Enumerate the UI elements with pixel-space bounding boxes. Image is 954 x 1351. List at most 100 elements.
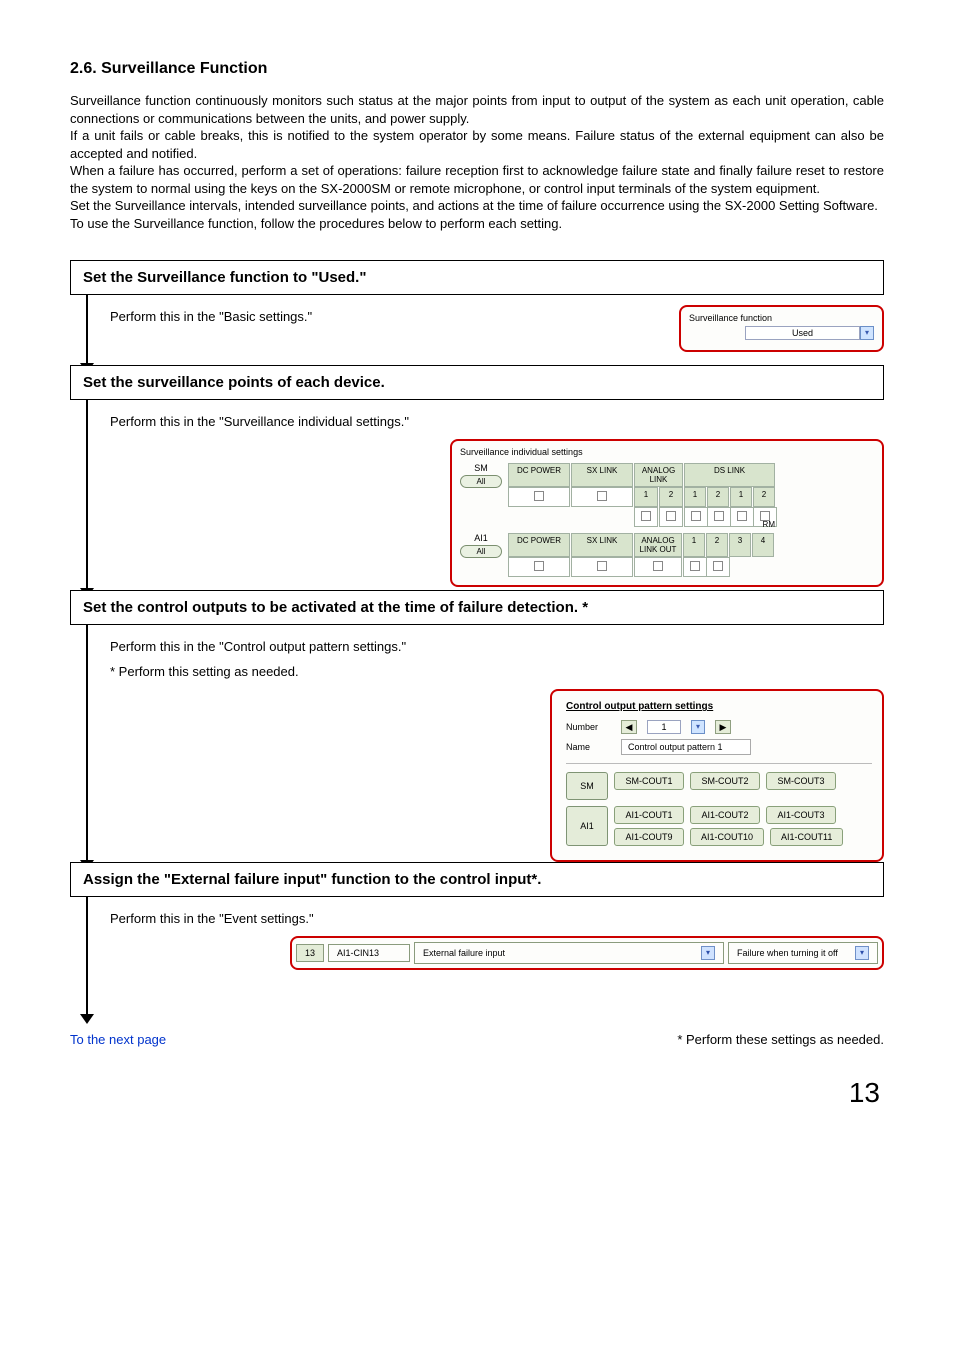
checkbox[interactable]: [634, 557, 682, 577]
step-title-box: Set the control outputs to be activated …: [70, 590, 884, 625]
num-cell: 3: [729, 533, 751, 557]
flow-line: [86, 897, 88, 1016]
num-cell: 1: [634, 487, 658, 507]
chevron-down-icon[interactable]: ▾: [855, 946, 869, 960]
checkbox[interactable]: [683, 557, 707, 577]
step-title-box: Assign the "External failure input" func…: [70, 862, 884, 897]
output-button[interactable]: SM-COUT2: [690, 772, 760, 790]
step-instruction: Perform this in the "Surveillance indivi…: [110, 414, 884, 429]
col-dcpower: DC POWER: [508, 463, 570, 487]
flow-line: [86, 400, 88, 590]
all-button[interactable]: All: [460, 545, 502, 558]
number-label: Number: [566, 722, 611, 732]
col-sxlink: SX LINK: [571, 463, 633, 487]
checkbox[interactable]: [707, 507, 731, 527]
all-button[interactable]: All: [460, 475, 502, 488]
col-dcpower: DC POWER: [508, 533, 570, 557]
para: To use the Surveillance function, follow…: [70, 215, 884, 233]
output-button[interactable]: AI1-COUT1: [614, 806, 684, 824]
num-cell: 2: [707, 487, 729, 507]
flow-line: [86, 295, 88, 365]
num-cell: 1: [730, 487, 752, 507]
num-cell: 1: [684, 487, 706, 507]
figure-surveillance-function: Surveillance function Used▾: [679, 305, 884, 352]
device-label-ai1: AI1 All: [460, 533, 502, 558]
num-cell-rm: 4 RM: [752, 533, 774, 557]
para: Set the Surveillance intervals, intended…: [70, 197, 884, 215]
col-sxlink: SX LINK: [571, 533, 633, 557]
figure-title: Surveillance individual settings: [460, 447, 874, 457]
device-ai1-label: AI1: [566, 806, 608, 846]
step-3: Set the control outputs to be activated …: [70, 590, 884, 862]
step-1: Set the Surveillance function to "Used."…: [70, 260, 884, 365]
figure-event-settings-row: 13 AI1-CIN13 External failure input ▾ Fa…: [290, 936, 884, 970]
footnote: * Perform these settings as needed.: [677, 1032, 884, 1047]
output-button[interactable]: AI1-COUT2: [690, 806, 760, 824]
device-name: AI1: [460, 533, 502, 543]
next-button[interactable]: ▶: [715, 720, 731, 734]
device-name: SM: [460, 463, 502, 473]
num-cell: 2: [659, 487, 683, 507]
step-2: Set the surveillance points of each devi…: [70, 365, 884, 590]
checkbox[interactable]: [571, 557, 633, 577]
figure-control-output-pattern: Control output pattern settings Number ◀…: [550, 689, 884, 862]
checkbox[interactable]: [706, 557, 730, 577]
output-button[interactable]: AI1-COUT3: [766, 806, 836, 824]
pattern-name-input[interactable]: Control output pattern 1: [621, 739, 751, 755]
rm-label: RM: [763, 520, 775, 529]
field-label: Surveillance function: [689, 313, 874, 323]
col-analoglink: ANALOG LINK: [634, 463, 683, 487]
step-note: * Perform this setting as needed.: [110, 664, 884, 679]
step-title-box: Set the Surveillance function to "Used.": [70, 260, 884, 295]
intro-text: Surveillance function continuously monit…: [70, 92, 884, 232]
name-label: Name: [566, 742, 611, 752]
function-value: External failure input: [423, 948, 505, 958]
page-number: 13: [70, 1077, 884, 1109]
next-page-link[interactable]: To the next page: [70, 1032, 166, 1047]
num: 4: [761, 536, 765, 545]
checkbox[interactable]: [659, 507, 683, 527]
num-cell: 2: [706, 533, 728, 557]
step-title-box: Set the surveillance points of each devi…: [70, 365, 884, 400]
device-label-sm: SM All: [460, 463, 502, 488]
output-button[interactable]: SM-COUT3: [766, 772, 836, 790]
divider: [566, 763, 872, 764]
output-button[interactable]: AI1-COUT11: [770, 828, 843, 846]
chevron-down-icon[interactable]: ▾: [691, 720, 705, 734]
checkbox[interactable]: [684, 507, 708, 527]
flow-line: [86, 625, 88, 862]
output-button[interactable]: AI1-COUT9: [614, 828, 684, 846]
output-button[interactable]: SM-COUT1: [614, 772, 684, 790]
checkbox[interactable]: [508, 487, 570, 507]
output-button[interactable]: AI1-COUT10: [690, 828, 764, 846]
option-select[interactable]: Failure when turning it off ▾: [728, 942, 878, 964]
step-instruction: Perform this in the "Event settings.": [110, 911, 884, 926]
chevron-down-icon[interactable]: ▾: [860, 326, 874, 340]
function-select[interactable]: External failure input ▾: [414, 942, 724, 964]
para: If a unit fails or cable breaks, this is…: [70, 127, 884, 162]
option-value: Failure when turning it off: [737, 948, 838, 958]
section-heading: 2.6. Surveillance Function: [70, 60, 884, 78]
col-dslink: DS LINK: [684, 463, 775, 487]
figure-title: Control output pattern settings: [566, 701, 872, 712]
num-cell: 2: [753, 487, 775, 507]
checkbox[interactable]: [571, 487, 633, 507]
row-number: 13: [296, 944, 324, 962]
surveillance-function-select[interactable]: Used: [745, 326, 860, 340]
para: Surveillance function continuously monit…: [70, 92, 884, 127]
pattern-number-select[interactable]: 1: [647, 720, 681, 734]
chevron-down-icon[interactable]: ▾: [701, 946, 715, 960]
step-4: Assign the "External failure input" func…: [70, 862, 884, 1016]
para: When a failure has occurred, perform a s…: [70, 162, 884, 197]
control-input-name: AI1-CIN13: [328, 944, 410, 962]
device-sm-label: SM: [566, 772, 608, 800]
figure-surveillance-individual: Surveillance individual settings SM All …: [450, 439, 884, 587]
step-instruction: Perform this in the "Control output patt…: [110, 639, 884, 654]
checkbox[interactable]: [508, 557, 570, 577]
checkbox[interactable]: [730, 507, 754, 527]
prev-button[interactable]: ◀: [621, 720, 637, 734]
checkbox[interactable]: [634, 507, 658, 527]
arrow-down-icon: [80, 1014, 94, 1024]
col-analoglink-out: ANALOG LINK OUT: [634, 533, 682, 557]
page-footer: To the next page * Perform these setting…: [70, 1032, 884, 1047]
